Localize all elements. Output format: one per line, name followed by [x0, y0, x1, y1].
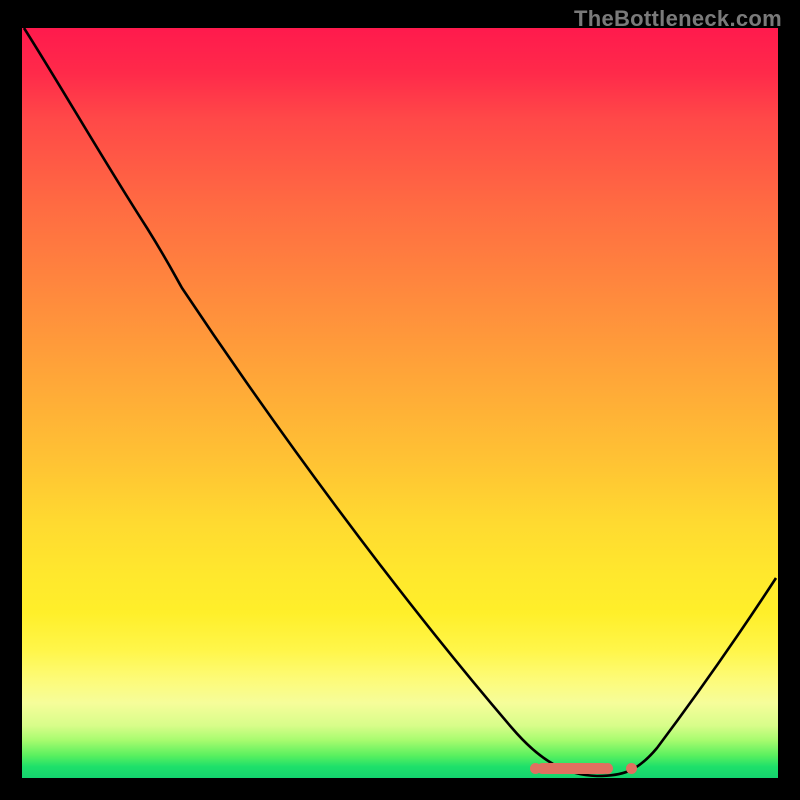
watermark-text: TheBottleneck.com	[574, 6, 782, 32]
optimal-marker-cluster	[22, 28, 778, 778]
cluster-dot-9	[626, 763, 637, 774]
cluster-dot-8	[602, 763, 613, 774]
plot-area	[22, 28, 778, 778]
cluster-dot-7	[590, 763, 601, 774]
